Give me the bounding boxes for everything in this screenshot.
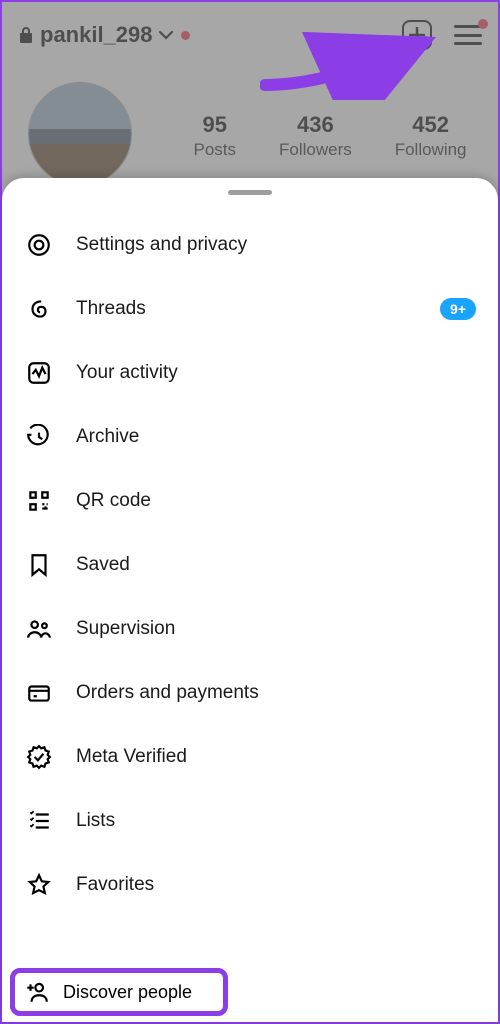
new-post-button[interactable] <box>402 20 432 50</box>
menu-item-supervision[interactable]: Supervision <box>2 597 498 661</box>
account-notification-dot <box>181 31 190 40</box>
menu-item-lists[interactable]: Lists <box>2 789 498 853</box>
menu-item-label: Lists <box>76 810 476 832</box>
menu-button[interactable] <box>454 25 482 45</box>
menu-item-qr-code[interactable]: QR code <box>2 469 498 533</box>
lists-icon <box>24 806 54 836</box>
bookmark-icon <box>24 550 54 580</box>
verified-badge-icon <box>24 742 54 772</box>
lock-icon <box>18 26 34 44</box>
sheet-drag-handle[interactable] <box>228 190 272 195</box>
credit-card-icon <box>24 678 54 708</box>
discover-people-icon <box>23 978 51 1006</box>
threads-badge: 9+ <box>440 298 476 320</box>
menu-item-label: Discover people <box>63 982 192 1003</box>
posts-label: Posts <box>193 140 236 160</box>
menu-item-favorites[interactable]: Favorites <box>2 853 498 917</box>
supervision-icon <box>24 614 54 644</box>
profile-stats: 95 Posts 436 Followers 452 Following <box>172 112 488 160</box>
menu-item-settings-privacy[interactable]: Settings and privacy <box>2 213 498 277</box>
archive-icon <box>24 422 54 452</box>
following-count: 452 <box>395 112 467 138</box>
chevron-down-icon[interactable] <box>159 30 173 40</box>
menu-item-saved[interactable]: Saved <box>2 533 498 597</box>
menu-item-label: Supervision <box>76 618 476 640</box>
stat-posts[interactable]: 95 Posts <box>193 112 236 160</box>
menu-item-label: Meta Verified <box>76 746 476 768</box>
menu-item-label: Saved <box>76 554 476 576</box>
menu-item-label: Archive <box>76 426 476 448</box>
menu-item-meta-verified[interactable]: Meta Verified <box>2 725 498 789</box>
followers-label: Followers <box>279 140 352 160</box>
menu-item-discover-people[interactable]: Discover people <box>10 968 228 1016</box>
menu-notification-dot <box>478 19 488 29</box>
gear-icon <box>24 230 54 260</box>
activity-icon <box>24 358 54 388</box>
menu-item-threads[interactable]: Threads 9+ <box>2 277 498 341</box>
avatar[interactable] <box>28 82 132 186</box>
menu-item-archive[interactable]: Archive <box>2 405 498 469</box>
stat-followers[interactable]: 436 Followers <box>279 112 352 160</box>
menu-item-label: Threads <box>76 298 440 320</box>
menu-item-your-activity[interactable]: Your activity <box>2 341 498 405</box>
following-label: Following <box>395 140 467 160</box>
menu-item-label: QR code <box>76 490 476 512</box>
followers-count: 436 <box>279 112 352 138</box>
menu-item-label: Settings and privacy <box>76 234 476 256</box>
stat-following[interactable]: 452 Following <box>395 112 467 160</box>
options-bottom-sheet: Settings and privacy Threads 9+ Your act… <box>2 178 498 1022</box>
posts-count: 95 <box>193 112 236 138</box>
threads-icon <box>24 294 54 324</box>
username-label[interactable]: pankil_298 <box>40 22 153 48</box>
menu-item-orders-payments[interactable]: Orders and payments <box>2 661 498 725</box>
qr-code-icon <box>24 486 54 516</box>
profile-topbar: pankil_298 <box>2 2 498 68</box>
star-icon <box>24 870 54 900</box>
menu-item-label: Your activity <box>76 362 476 384</box>
menu-item-label: Orders and payments <box>76 682 476 704</box>
menu-item-label: Favorites <box>76 874 476 896</box>
